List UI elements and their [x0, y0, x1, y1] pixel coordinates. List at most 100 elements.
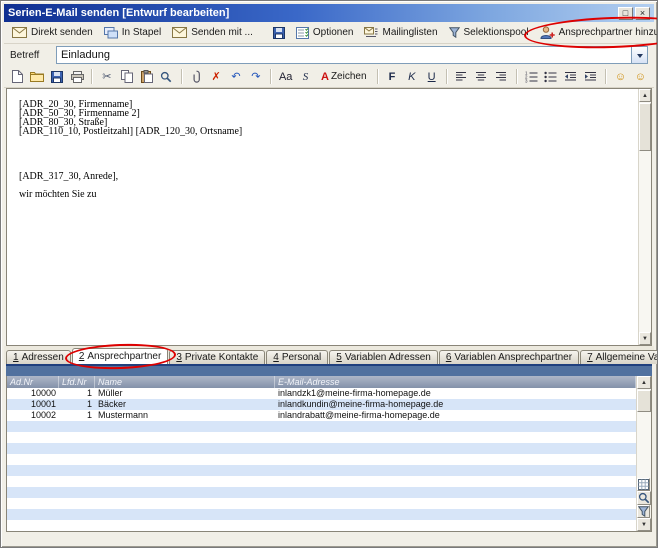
align-right-icon[interactable]: [492, 67, 511, 86]
underline-icon[interactable]: U: [422, 67, 441, 86]
send-mail-icon: [12, 27, 27, 38]
table-row-empty: [7, 476, 636, 487]
paste-icon[interactable]: [137, 67, 156, 86]
subject-row: Betreff: [4, 44, 654, 66]
bullet-list-icon[interactable]: [541, 67, 560, 86]
editor-body[interactable]: [ADR_20_30, Firmenname][ADR_50_30, Firme…: [7, 89, 638, 345]
editor-scrollbar[interactable]: ▲ ▼: [638, 89, 651, 345]
cell-lfdnr: 1: [59, 410, 95, 421]
tab-adressen[interactable]: 1Adressen: [6, 350, 71, 364]
in-stapel-button[interactable]: In Stapel: [99, 23, 166, 42]
cell-email: inlandkundin@meine-firma-homepage.de: [275, 399, 636, 410]
grid-icon[interactable]: [637, 478, 650, 491]
indent-icon[interactable]: [581, 67, 600, 86]
cell-lfdnr: [59, 509, 95, 520]
table-row-empty: [7, 487, 636, 498]
scroll-down-button[interactable]: ▼: [639, 332, 651, 345]
cell-lfdnr: [59, 454, 95, 465]
column-header-name[interactable]: Name: [95, 376, 275, 388]
smiley2-icon[interactable]: ☺: [631, 67, 650, 86]
scroll-down-button[interactable]: ▼: [637, 518, 651, 531]
save-icon[interactable]: [48, 67, 67, 86]
separator-band: [6, 364, 652, 376]
table-row[interactable]: 100011Bäckerinlandkundin@meine-firma-hom…: [7, 399, 636, 410]
add-contact-icon: [540, 26, 555, 39]
filter-icon[interactable]: [637, 505, 650, 518]
tab-personal[interactable]: 4Personal: [266, 350, 328, 364]
scrollbar-thumb[interactable]: [637, 390, 651, 412]
font-style-icon[interactable]: S: [296, 67, 315, 86]
tab-private-kontakte[interactable]: 3Private Kontakte: [169, 350, 265, 364]
font-icon[interactable]: Aa: [276, 67, 295, 86]
tab-ansprechpartner[interactable]: 2Ansprechpartner: [72, 348, 169, 364]
table-row-empty: [7, 421, 636, 432]
italic-icon[interactable]: K: [402, 67, 421, 86]
cell-email: [275, 421, 636, 432]
cut-icon[interactable]: ✂: [97, 67, 116, 86]
smiley-icon[interactable]: ☺: [611, 67, 630, 86]
subject-combobox[interactable]: [56, 46, 648, 64]
subject-input[interactable]: [57, 47, 631, 63]
scrollbar-track[interactable]: [639, 102, 651, 332]
scroll-up-button[interactable]: ▲: [639, 89, 651, 102]
window-title: Serien-E-Mail senden [Entwurf bearbeiten…: [8, 7, 616, 19]
selektionspool-button[interactable]: Selektionspool: [444, 23, 534, 42]
table-header: Ad.NrLfd.NrNameE-Mail-Adresse: [7, 376, 636, 388]
undo-icon[interactable]: ↶: [227, 67, 246, 86]
scrollbar-thumb[interactable]: [639, 103, 651, 151]
column-header-email[interactable]: E-Mail-Adresse: [275, 376, 636, 388]
format-toolbar: ✂ ✗↶↷ AaSAZeichen FKU 123 ☺☺: [4, 66, 654, 88]
cell-email: inlandzk1@meine-firma-homepage.de: [275, 388, 636, 399]
scrollbar-track[interactable]: [637, 389, 651, 478]
redo-icon[interactable]: ↷: [246, 67, 265, 86]
table-row[interactable]: 100021Mustermanninlandrabatt@meine-firma…: [7, 410, 636, 421]
table-grid: Ad.NrLfd.NrNameE-Mail-Adresse 100001Müll…: [7, 376, 636, 531]
ansprechpartner-hinzufuegen-button[interactable]: Ansprechpartner hinzufügen: [535, 23, 658, 42]
table-row-empty: [7, 498, 636, 509]
mailinglisten-button[interactable]: Mailinglisten: [359, 23, 442, 42]
print-icon[interactable]: [68, 67, 87, 86]
cell-adnr: [7, 432, 59, 443]
cell-adnr: [7, 454, 59, 465]
cell-email: [275, 432, 636, 443]
restore-button[interactable]: □: [618, 7, 633, 20]
outdent-icon[interactable]: [561, 67, 580, 86]
delete-icon[interactable]: ✗: [207, 67, 226, 86]
search-icon[interactable]: [637, 491, 651, 505]
align-left-icon[interactable]: [452, 67, 471, 86]
close-button[interactable]: ×: [635, 7, 650, 20]
tab-variablen-adressen[interactable]: 5Variablen Adressen: [329, 350, 438, 364]
combo-dropdown-button[interactable]: [631, 47, 647, 63]
senden-mit-button[interactable]: Senden mit ...: [167, 23, 258, 42]
open-icon[interactable]: [28, 67, 47, 86]
cell-adnr: [7, 487, 59, 498]
optionen-button[interactable]: Optionen: [291, 23, 359, 42]
cell-adnr: [7, 509, 59, 520]
subject-label: Betreff: [10, 50, 48, 61]
column-header-lfdnr[interactable]: Lfd.Nr: [59, 376, 95, 388]
bold-icon[interactable]: F: [383, 67, 402, 86]
copy-icon[interactable]: [117, 67, 136, 86]
scroll-up-button[interactable]: ▲: [637, 376, 651, 389]
numbered-list-icon[interactable]: 123: [522, 67, 541, 86]
direkt-senden-button[interactable]: Direkt senden: [7, 23, 98, 42]
cell-email: [275, 520, 636, 531]
attach-icon[interactable]: [187, 67, 206, 86]
tab-variablen-ansprechpartner[interactable]: 6Variablen Ansprechpartner: [439, 350, 579, 364]
selection-pool-icon: [449, 27, 460, 38]
direkt-senden-label: Direkt senden: [31, 27, 93, 38]
cell-lfdnr: [59, 520, 95, 531]
new-icon[interactable]: [8, 67, 27, 86]
table-row[interactable]: 100001Müllerinlandzk1@meine-firma-homepa…: [7, 388, 636, 399]
char-format-icon[interactable]: AZeichen: [316, 67, 372, 86]
table-scrollbar[interactable]: ▲ ▼: [636, 376, 651, 531]
column-header-adnr[interactable]: Ad.Nr: [7, 376, 59, 388]
cell-name: [95, 443, 275, 454]
cell-email: [275, 454, 636, 465]
align-center-icon[interactable]: [472, 67, 491, 86]
table-body: 100001Müllerinlandzk1@meine-firma-homepa…: [7, 388, 636, 531]
speichern-button[interactable]: [268, 23, 290, 42]
tab-allgemeine-variablen[interactable]: 7Allgemeine Variablen: [580, 350, 658, 364]
editor-line: [19, 145, 626, 154]
search-icon[interactable]: [157, 67, 176, 86]
